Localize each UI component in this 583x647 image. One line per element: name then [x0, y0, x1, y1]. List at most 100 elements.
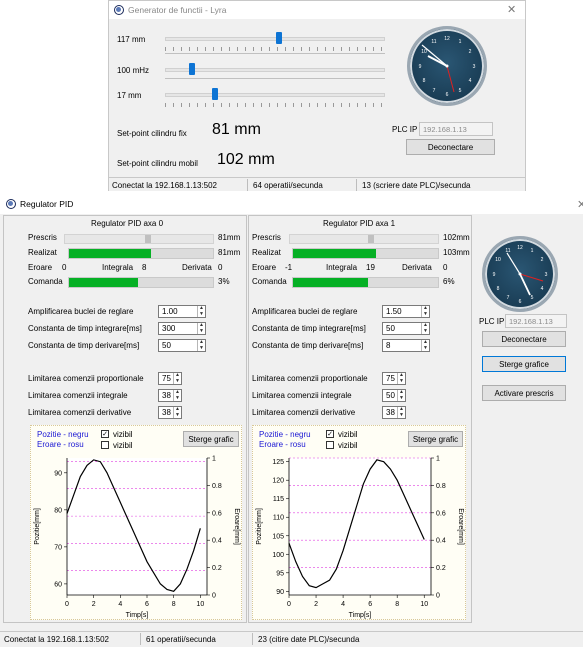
activate-setpoint-button[interactable]: Activare prescris	[482, 385, 566, 401]
gain-stepper[interactable]: ▲▼	[382, 305, 430, 318]
svg-text:3: 3	[473, 64, 476, 70]
visible-error-checkbox[interactable]	[101, 441, 109, 449]
clear-chart-button[interactable]: Sterge grafic	[408, 431, 463, 447]
y2-tick-label: 0.6	[212, 510, 222, 517]
param-label: Constanta de timp derivare[ms]	[28, 341, 140, 350]
slider-thumb[interactable]	[188, 63, 195, 75]
comanda-progress	[292, 277, 439, 288]
visible-error-checkbox[interactable]	[326, 441, 334, 449]
chart-panel: Pozitie - negru Eroare - rosu ✓ vizibil …	[252, 425, 466, 620]
param-label: Constanta de timp derivare[ms]	[252, 341, 364, 350]
integrala-label: Integrala	[326, 263, 358, 272]
y-tick-label: 115	[273, 496, 284, 503]
svg-text:8: 8	[497, 286, 500, 292]
close-icon[interactable]: ✕	[577, 198, 583, 211]
integral-time-stepper[interactable]: ▲▼	[382, 322, 430, 335]
svg-text:5: 5	[459, 88, 462, 94]
y-tick-label: 110	[273, 515, 284, 522]
y-tick-label: 105	[272, 533, 284, 540]
app-icon	[114, 5, 124, 15]
limit-p-stepper[interactable]: ▲▼	[382, 372, 406, 385]
derivata-label: Derivata	[402, 263, 432, 272]
svg-text:1: 1	[531, 248, 534, 254]
amplitude-slider[interactable]	[165, 32, 385, 46]
prescris-slider[interactable]	[289, 234, 439, 244]
disconnect-button[interactable]: Deconectare	[482, 331, 566, 347]
comanda-progress	[68, 277, 214, 288]
generator-status-bar: Conectat la 192.168.1.13:502 64 operatii…	[109, 177, 525, 191]
close-icon[interactable]: ✕	[507, 3, 516, 16]
pid-status-bar: Conectat la 192.168.1.13:502 61 operatii…	[0, 631, 583, 647]
gain-input[interactable]	[162, 307, 190, 316]
realizat-progress	[68, 248, 214, 259]
y-tick-label: 95	[276, 570, 284, 577]
param-label: Amplificarea buclei de reglare	[28, 307, 134, 316]
pid-window: Regulator PID ✕ Regulator PID axa 0 Pres…	[0, 194, 583, 647]
realizat-label: Realizat	[28, 248, 57, 257]
svg-text:11: 11	[505, 248, 510, 254]
frequency-slider[interactable]	[165, 63, 385, 77]
y-tick-label: 90	[54, 470, 62, 477]
derivative-time-stepper[interactable]: ▲▼	[158, 339, 206, 352]
setpoint-fix-label: Set-point cilindru fix	[117, 129, 187, 138]
gain-input[interactable]	[386, 307, 414, 316]
svg-text:10: 10	[421, 49, 427, 55]
limit-label: Limitarea comenzii integrale	[28, 391, 128, 400]
limit-d-stepper[interactable]: ▲▼	[158, 406, 182, 419]
eroare-value: -1	[285, 263, 293, 272]
limit-p-stepper[interactable]: ▲▼	[158, 372, 182, 385]
integral-time-stepper[interactable]: ▲▼	[158, 322, 206, 335]
derivative-time-input[interactable]	[386, 341, 414, 350]
setpoint-mobil-value: 102 mm	[217, 151, 275, 168]
clear-chart-button[interactable]: Sterge grafic	[183, 431, 239, 447]
plc-ip-label: PLC IP	[392, 125, 418, 134]
svg-text:5: 5	[531, 295, 534, 301]
y-axis-label: Pozitie[mm]	[256, 508, 263, 545]
x-tick-label: 2	[314, 601, 318, 608]
integral-time-input[interactable]	[386, 324, 414, 333]
slider-thumb[interactable]	[276, 32, 283, 44]
y-tick-label: 90	[276, 589, 284, 596]
param-label: Constanta de timp integrare[ms]	[28, 324, 142, 333]
svg-text:7: 7	[433, 88, 436, 94]
x-tick-label: 10	[196, 601, 204, 608]
frequency-label: 100 mHz	[117, 66, 150, 75]
derivative-time-input[interactable]	[162, 341, 190, 350]
comanda-label: Comanda	[28, 277, 63, 286]
svg-text:4: 4	[541, 286, 544, 292]
clear-charts-button[interactable]: Sterge grafice	[482, 356, 566, 372]
limit-label: Limitarea comenzii proportionale	[252, 374, 368, 383]
y2-tick-label: 0.8	[212, 483, 222, 490]
slider-thumb[interactable]	[212, 88, 219, 100]
realizat-value: 103mm	[443, 248, 470, 257]
eroare-label: Eroare	[252, 263, 277, 272]
prescris-slider[interactable]	[64, 234, 214, 244]
limit-i-stepper[interactable]: ▲▼	[382, 389, 406, 402]
eroare-value: 0	[62, 263, 67, 272]
disconnect-button[interactable]: Deconectare	[406, 139, 495, 155]
legend-position: Pozitie - negru	[37, 430, 89, 439]
y2-tick-label: 0	[436, 593, 440, 600]
generator-window: Generator de functii - Lyra ✕ 117 mm 100…	[108, 0, 526, 191]
y-tick-label: 120	[272, 478, 284, 485]
realizat-value: 81mm	[218, 248, 241, 257]
y-tick-label: 60	[54, 581, 62, 588]
derivative-time-stepper[interactable]: ▲▼	[382, 339, 430, 352]
pid-title: Regulator PID	[20, 199, 74, 209]
gain-stepper[interactable]: ▲▼	[158, 305, 206, 318]
offset-slider[interactable]	[165, 88, 385, 102]
limit-i-stepper[interactable]: ▲▼	[158, 389, 182, 402]
derivata-value: 0	[443, 263, 448, 272]
plc-ip-input[interactable]	[505, 314, 567, 328]
svg-text:8: 8	[423, 78, 426, 84]
integral-time-input[interactable]	[162, 324, 190, 333]
visible-position-checkbox[interactable]: ✓	[101, 430, 109, 438]
x-axis-label: Timp[s]	[349, 612, 372, 619]
limit-d-stepper[interactable]: ▲▼	[382, 406, 406, 419]
y2-tick-label: 0.4	[212, 538, 222, 545]
plc-ip-input[interactable]	[419, 122, 493, 136]
svg-text:2: 2	[541, 257, 544, 263]
visible-position-checkbox[interactable]: ✓	[326, 430, 334, 438]
axis-1-panel: Regulator PID axa 1 Prescris 102mm Reali…	[248, 215, 472, 623]
setpoint-fix-value: 81 mm	[212, 121, 261, 138]
